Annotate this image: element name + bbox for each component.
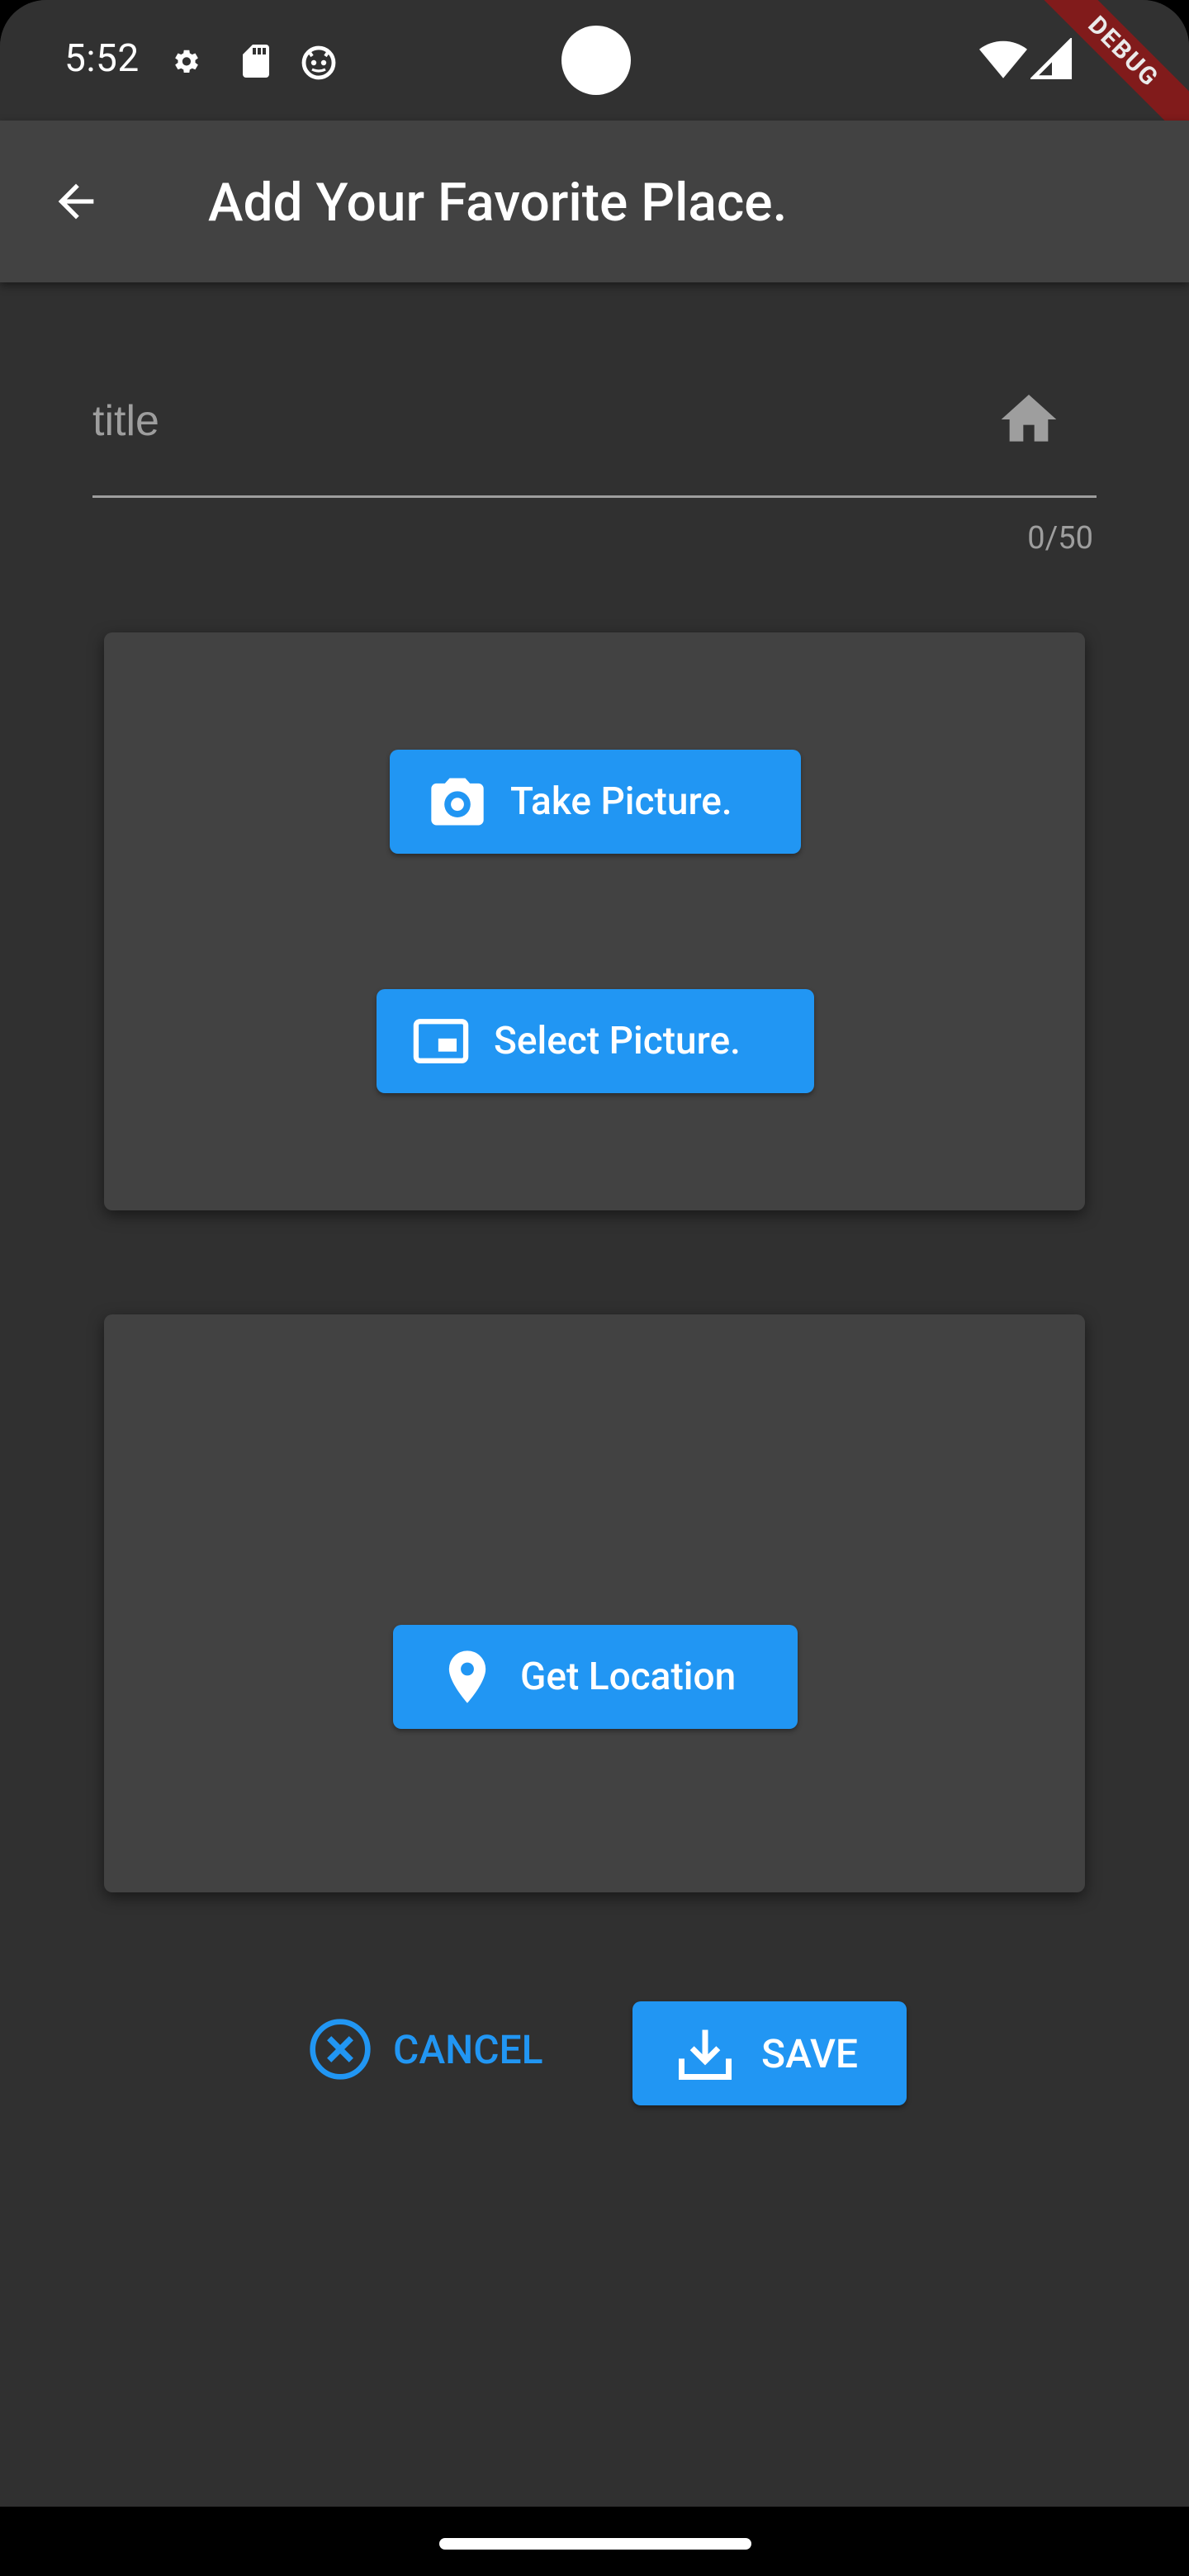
android-face-icon: [301, 45, 336, 80]
cancel-icon: [310, 2019, 371, 2080]
navigation-bar: [0, 2507, 1189, 2576]
arrow-back-icon[interactable]: [50, 175, 102, 228]
wifi-icon: [979, 40, 1027, 78]
page-title: Add Your Favorite Place.: [208, 172, 788, 234]
cancel-label: CANCEL: [393, 2025, 543, 2073]
download-icon: [679, 2029, 732, 2080]
save-label: SAVE: [761, 2029, 859, 2077]
save-button[interactable]: SAVE: [632, 2001, 907, 2105]
camera-cutout: [561, 26, 631, 95]
select-picture-label: Select Picture.: [494, 1019, 741, 1063]
character-counter: 0/50: [1027, 520, 1093, 556]
cancel-button[interactable]: CANCEL: [307, 1998, 543, 2100]
title-input[interactable]: [92, 380, 1001, 462]
home-gesture-handle[interactable]: [439, 2538, 751, 2550]
camera-icon: [426, 770, 489, 833]
location-card: Get Location: [104, 1314, 1085, 1892]
get-location-label: Get Location: [520, 1655, 737, 1699]
signal-icon: [1030, 38, 1073, 80]
input-underline: [92, 495, 1097, 498]
title-field: [92, 363, 1097, 499]
location-pin-icon: [436, 1646, 499, 1708]
picture-in-picture-icon: [410, 1010, 472, 1073]
sd-card-icon: [243, 45, 269, 78]
app-bar: Add Your Favorite Place.: [0, 121, 1189, 282]
home-icon: [1001, 395, 1057, 442]
screen: 5:52 DEBUG Add Your Favorite Place. titl…: [0, 0, 1189, 2576]
status-bar: 5:52 DEBUG: [0, 0, 1189, 154]
status-time: 5:52: [64, 36, 140, 81]
settings-icon: [175, 50, 198, 73]
select-picture-button[interactable]: Select Picture.: [377, 989, 814, 1093]
picture-card: Take Picture. Select Picture.: [104, 632, 1085, 1210]
take-picture-label: Take Picture.: [510, 779, 732, 824]
get-location-button[interactable]: Get Location: [393, 1625, 798, 1729]
take-picture-button[interactable]: Take Picture.: [390, 750, 801, 854]
